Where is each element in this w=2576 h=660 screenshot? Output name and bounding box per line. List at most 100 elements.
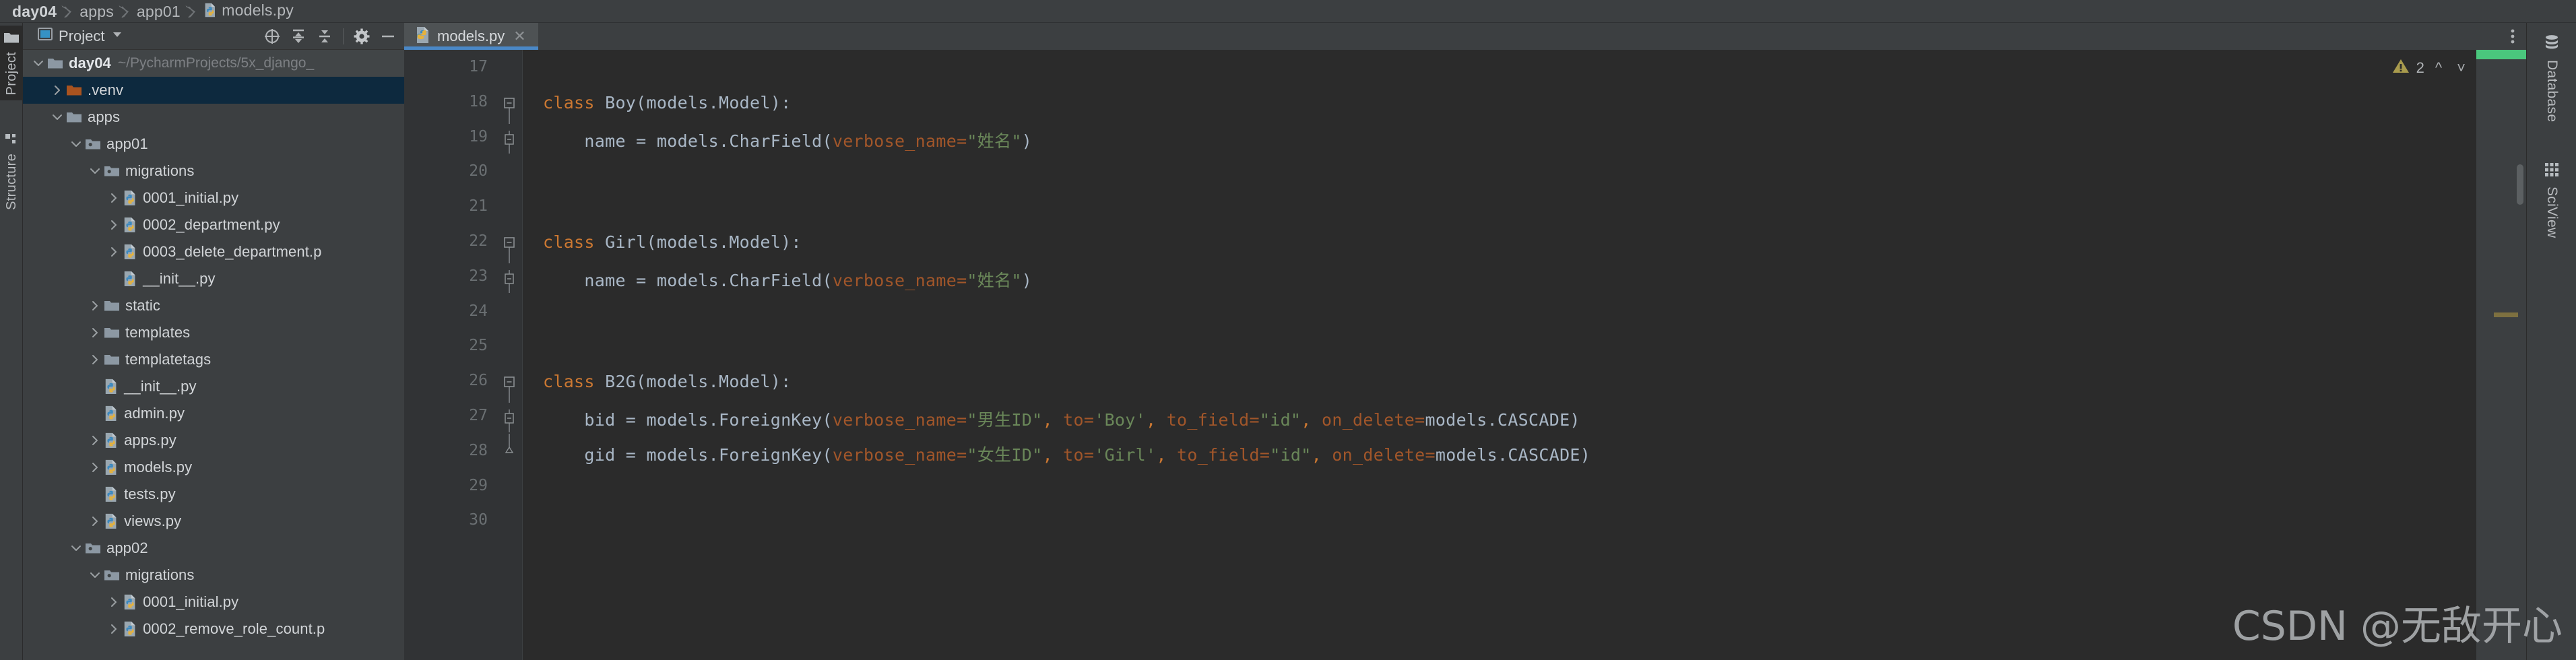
- breadcrumb-item-models-py[interactable]: models.py: [201, 1, 296, 22]
- expand-all-icon[interactable]: [286, 25, 311, 48]
- tree-row[interactable]: app01: [23, 131, 404, 158]
- settings-gear-icon[interactable]: [350, 25, 374, 48]
- project-tree[interactable]: day04 ~/PycharmProjects/5x_django_ .venv …: [23, 50, 404, 660]
- tree-row[interactable]: 0001_initial.py: [23, 589, 404, 616]
- tree-row[interactable]: __init__.py: [23, 373, 404, 400]
- chevron-down-icon[interactable]: ˅: [2453, 59, 2470, 77]
- code-token: B2G: [605, 372, 637, 392]
- tree-row[interactable]: apps.py: [23, 427, 404, 454]
- tree-row[interactable]: views.py: [23, 508, 404, 535]
- fold-end-icon[interactable]: [503, 433, 517, 464]
- tree-row[interactable]: apps: [23, 104, 404, 131]
- collapse-arrow-icon[interactable]: [67, 535, 85, 562]
- collapse-arrow-icon[interactable]: [30, 50, 47, 77]
- collapse-arrow-icon[interactable]: [49, 104, 66, 131]
- code-token: ,: [1042, 410, 1053, 430]
- code-line[interactable]: name = models.CharField(verbose_name="姓名…: [543, 267, 1032, 292]
- select-opened-file-icon[interactable]: [260, 25, 284, 48]
- tree-row[interactable]: .venv: [23, 77, 404, 104]
- grid-icon: [2544, 162, 2560, 181]
- fold-collapse-icon[interactable]: [503, 376, 517, 410]
- tree-row[interactable]: __init__.py: [23, 265, 404, 292]
- breadcrumb-item-day04[interactable]: day04: [9, 3, 59, 21]
- inspection-widget[interactable]: 2 ^ ˅: [2392, 58, 2470, 77]
- tree-row[interactable]: app02: [23, 535, 404, 562]
- code-token: =: [1259, 444, 1270, 465]
- code-line[interactable]: class B2G(models.Model):: [543, 372, 791, 391]
- tree-row[interactable]: migrations: [23, 158, 404, 185]
- warning-stripe-marker[interactable]: [2494, 312, 2518, 317]
- code-content[interactable]: class Boy(models.Model): name = models.C…: [523, 50, 2526, 660]
- rail-label: Structure: [3, 154, 19, 210]
- tree-row[interactable]: admin.py: [23, 400, 404, 427]
- expand-arrow-icon[interactable]: [86, 292, 104, 319]
- collapse-arrow-icon[interactable]: [86, 158, 104, 185]
- tree-row[interactable]: models.py: [23, 454, 404, 481]
- code-folding-strip[interactable]: [498, 50, 523, 660]
- tree-row[interactable]: 0002_remove_role_count.p: [23, 616, 404, 642]
- editor-scrollbar-thumb[interactable]: [2517, 164, 2523, 205]
- line-number: 26: [469, 372, 488, 390]
- code-token: "id": [1270, 444, 1312, 465]
- warning-triangle-icon: [2392, 58, 2410, 77]
- tree-row[interactable]: static: [23, 292, 404, 319]
- expand-arrow-icon[interactable]: [86, 454, 104, 481]
- expand-arrow-icon[interactable]: [86, 346, 104, 373]
- code-line[interactable]: bid = models.ForeignKey(verbose_name="男生…: [543, 407, 1580, 431]
- chevron-up-icon[interactable]: ^: [2431, 59, 2446, 77]
- package-icon: [104, 568, 120, 582]
- code-token: =: [1083, 410, 1095, 430]
- expand-arrow-icon[interactable]: [105, 589, 123, 616]
- tree-row[interactable]: 0003_delete_department.p: [23, 238, 404, 265]
- close-icon[interactable]: ✕: [511, 29, 528, 44]
- fold-collapse-icon[interactable]: [503, 97, 517, 131]
- code-line[interactable]: gid = models.ForeignKey(verbose_name="女生…: [543, 442, 1590, 466]
- tree-row[interactable]: tests.py: [23, 481, 404, 508]
- code-token: Boy: [605, 92, 637, 112]
- expand-arrow-icon[interactable]: [49, 77, 66, 104]
- project-panel-title-group[interactable]: Project: [23, 27, 124, 45]
- folder-icon: [66, 110, 82, 124]
- code-line[interactable]: class Boy(models.Model):: [543, 93, 791, 112]
- expand-arrow-icon[interactable]: [105, 211, 123, 238]
- code-token: =: [1415, 410, 1425, 430]
- collapse-arrow-icon[interactable]: [67, 131, 85, 158]
- tree-row[interactable]: migrations: [23, 562, 404, 589]
- tab-models-py[interactable]: models.py ✕: [404, 23, 539, 50]
- code-editor[interactable]: 17 18 19 20 21 22 23 24 25 26 27 28 29 30: [404, 50, 2526, 660]
- rail-button-database[interactable]: Database: [2527, 27, 2576, 122]
- rail-button-sciview[interactable]: SciView: [2527, 155, 2576, 238]
- tree-row[interactable]: templates: [23, 319, 404, 346]
- line-number: 24: [469, 302, 488, 320]
- fold-region-icon[interactable]: [503, 269, 517, 296]
- collapse-all-icon[interactable]: [313, 25, 337, 48]
- expand-arrow-icon[interactable]: [86, 508, 104, 535]
- tree-row[interactable]: 0002_department.py: [23, 211, 404, 238]
- rail-button-structure[interactable]: Structure: [0, 127, 23, 216]
- inspection-status-marker: [2476, 50, 2526, 59]
- expand-arrow-icon[interactable]: [105, 238, 123, 265]
- code-line[interactable]: class Girl(models.Model):: [543, 232, 802, 252]
- expand-arrow-icon[interactable]: [105, 185, 123, 211]
- code-token: models.CASCADE): [1425, 410, 1580, 430]
- fold-collapse-icon[interactable]: [503, 236, 517, 271]
- hide-panel-icon[interactable]: [376, 25, 400, 48]
- tree-row[interactable]: day04 ~/PycharmProjects/5x_django_: [23, 50, 404, 77]
- collapse-arrow-icon[interactable]: [86, 562, 104, 589]
- expand-arrow-icon[interactable]: [105, 616, 123, 642]
- expand-arrow-icon[interactable]: [86, 319, 104, 346]
- breadcrumb-item-apps[interactable]: apps: [77, 3, 117, 21]
- fold-region-icon[interactable]: [503, 130, 517, 157]
- fold-region-icon[interactable]: [503, 409, 517, 436]
- tree-row[interactable]: templatetags: [23, 346, 404, 373]
- code-line[interactable]: name = models.CharField(verbose_name="姓名…: [543, 128, 1032, 152]
- rail-button-project[interactable]: Project: [0, 26, 23, 101]
- project-panel-toolbar: Project: [23, 23, 404, 50]
- more-vertical-icon[interactable]: [2499, 23, 2526, 50]
- error-stripe-scrollbar[interactable]: [2476, 50, 2526, 660]
- package-icon: [104, 164, 120, 178]
- expand-arrow-icon[interactable]: [86, 427, 104, 454]
- tree-row[interactable]: 0001_initial.py: [23, 185, 404, 211]
- chevron-down-icon[interactable]: [110, 28, 124, 44]
- breadcrumb-item-app01[interactable]: app01: [134, 3, 183, 21]
